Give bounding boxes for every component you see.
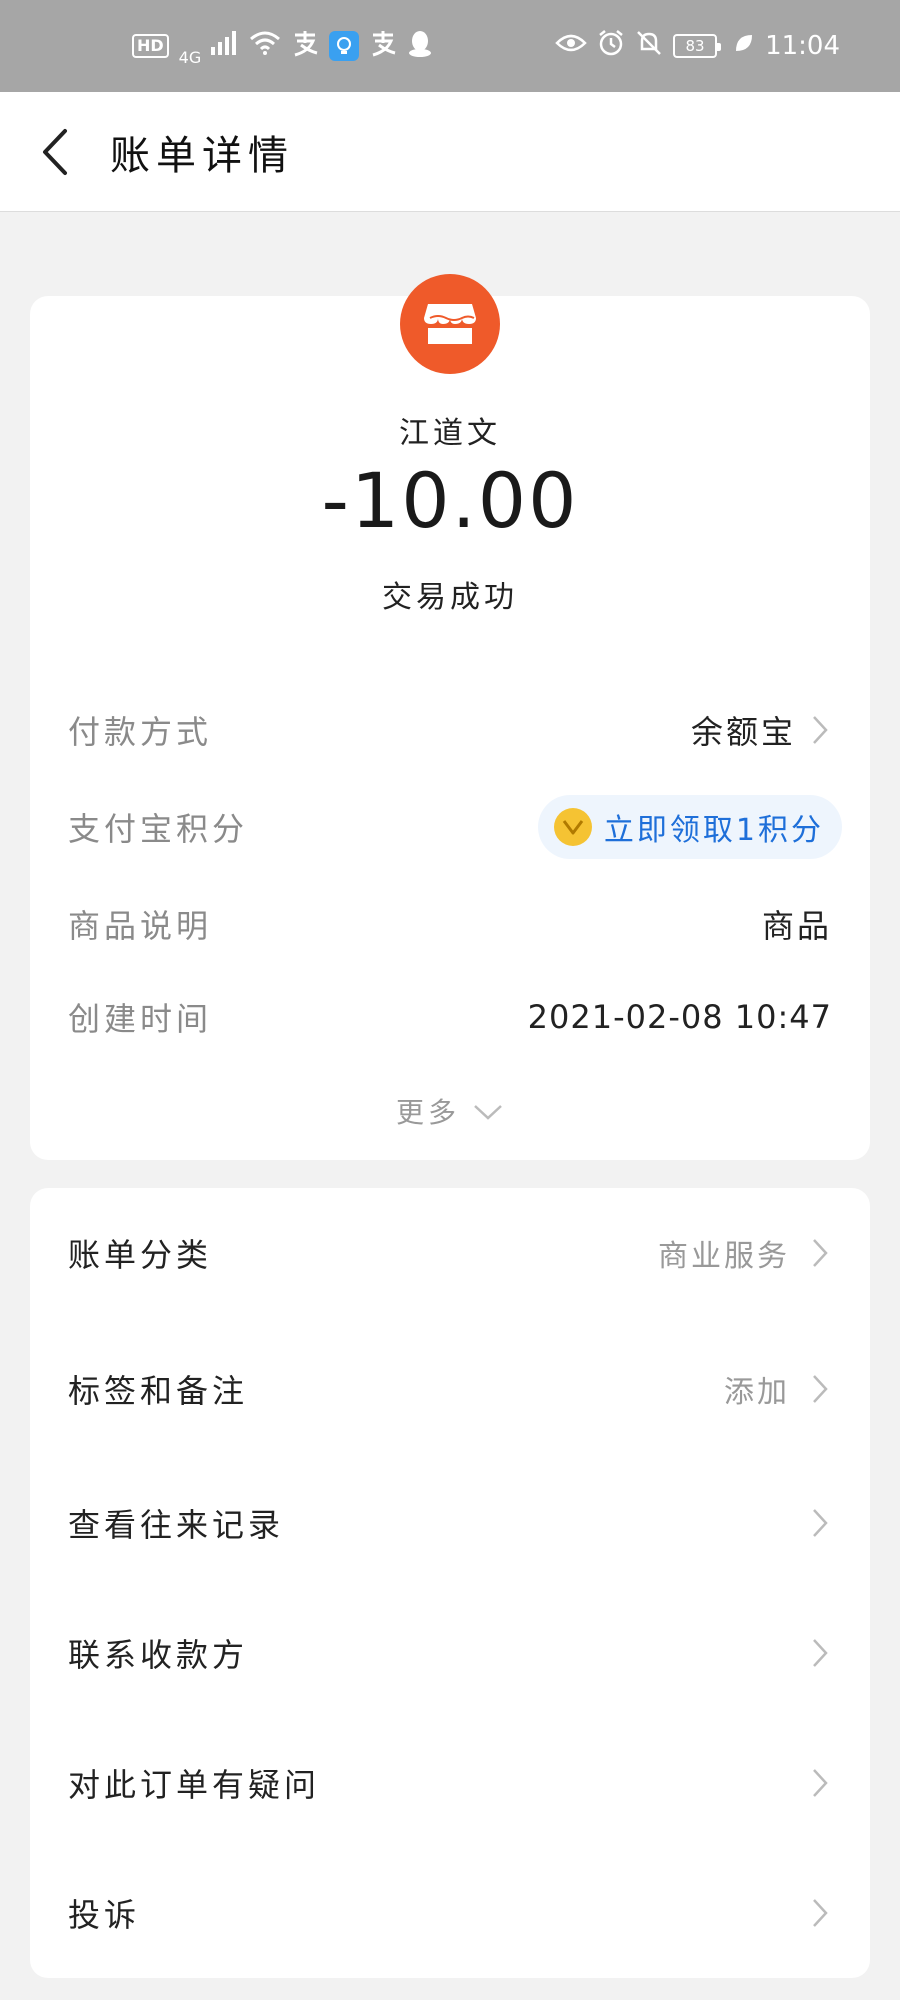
chevron-right-icon	[808, 710, 832, 750]
nav-header: 账单详情	[0, 92, 900, 212]
alipay-notification-icon-2	[369, 29, 397, 63]
more-details-toggle[interactable]: 更多	[30, 1086, 870, 1136]
contact-payee-row[interactable]: 联系收款方	[68, 1618, 832, 1688]
points-coin-icon	[553, 808, 592, 846]
back-arrow-icon[interactable]	[10, 92, 100, 212]
alarm-icon	[597, 29, 625, 63]
page-title: 账单详情	[110, 132, 294, 179]
order-question-row[interactable]: 对此订单有疑问	[68, 1748, 832, 1818]
bill-category-label: 账单分类	[68, 1236, 213, 1274]
merchant-name: 江道文	[399, 416, 501, 451]
battery-icon: 83	[673, 34, 722, 58]
goods-description-label: 商品说明	[68, 907, 213, 945]
bulb-app-icon	[329, 31, 360, 61]
eye-icon	[555, 32, 587, 60]
claim-points-button[interactable]: 立即领取1积分	[537, 795, 842, 859]
bill-category-value: 商业服务	[658, 1239, 790, 1274]
trade-status: 交易成功	[382, 580, 518, 615]
chevron-down-icon	[472, 1095, 504, 1128]
alipay-notification-icon	[291, 29, 319, 63]
bill-summary-card: 江道文 -10.00 交易成功 付款方式 余额宝 支付宝积分 立即领取1积分 商…	[30, 274, 870, 1160]
created-time-label: 创建时间	[68, 1000, 213, 1038]
order-question-label: 对此订单有疑问	[68, 1766, 321, 1804]
complaint-row[interactable]: 投诉	[68, 1878, 832, 1948]
chevron-right-icon	[808, 1233, 832, 1273]
tags-notes-value: 添加	[724, 1375, 790, 1410]
status-right: 83 11:04	[555, 29, 840, 63]
more-label: 更多	[395, 1096, 460, 1129]
complaint-label: 投诉	[68, 1896, 141, 1934]
created-time-row: 创建时间 2021-02-08 10:47	[68, 987, 832, 1047]
status-bar: HD 4G 83 11:04	[0, 0, 900, 92]
chevron-right-icon	[808, 1763, 832, 1803]
contact-payee-label: 联系收款方	[68, 1636, 249, 1674]
clock-time: 11:04	[765, 31, 840, 61]
signal-icon	[211, 31, 239, 61]
hd-indicator: HD	[132, 34, 169, 58]
tags-notes-label: 标签和备注	[68, 1372, 249, 1410]
wifi-icon	[249, 31, 281, 61]
leaf-icon	[733, 32, 755, 60]
view-records-label: 查看往来记录	[68, 1506, 285, 1544]
chevron-right-icon	[808, 1503, 832, 1543]
goods-description-value: 商品	[761, 907, 832, 945]
tags-notes-row[interactable]: 标签和备注 添加	[68, 1354, 832, 1424]
chevron-right-icon	[808, 1633, 832, 1673]
alipay-points-row: 支付宝积分 立即领取1积分	[68, 795, 842, 859]
claim-points-label: 立即领取1积分	[603, 813, 824, 848]
chevron-right-icon	[808, 1369, 832, 1409]
payment-method-row[interactable]: 付款方式 余额宝	[68, 700, 832, 760]
status-left: HD 4G	[132, 26, 433, 67]
bill-amount: -10.00	[321, 456, 579, 545]
merchant-store-icon	[400, 274, 500, 374]
qq-icon	[407, 29, 433, 63]
bill-category-row[interactable]: 账单分类 商业服务	[68, 1218, 832, 1288]
view-records-row[interactable]: 查看往来记录	[68, 1488, 832, 1558]
chevron-right-icon	[808, 1893, 832, 1933]
bill-actions-card: 账单分类 商业服务 标签和备注 添加 查看往来记录 联系收款方 对此订单有疑问 …	[30, 1188, 870, 1978]
payment-method-label: 付款方式	[68, 713, 213, 751]
alipay-points-label: 支付宝积分	[68, 810, 249, 848]
goods-description-row: 商品说明 商品	[68, 894, 832, 954]
mute-icon	[635, 29, 663, 63]
payment-method-value: 余额宝	[690, 713, 796, 751]
network-indicator: 4G	[178, 47, 202, 67]
created-time-value: 2021-02-08 10:47	[527, 998, 832, 1036]
